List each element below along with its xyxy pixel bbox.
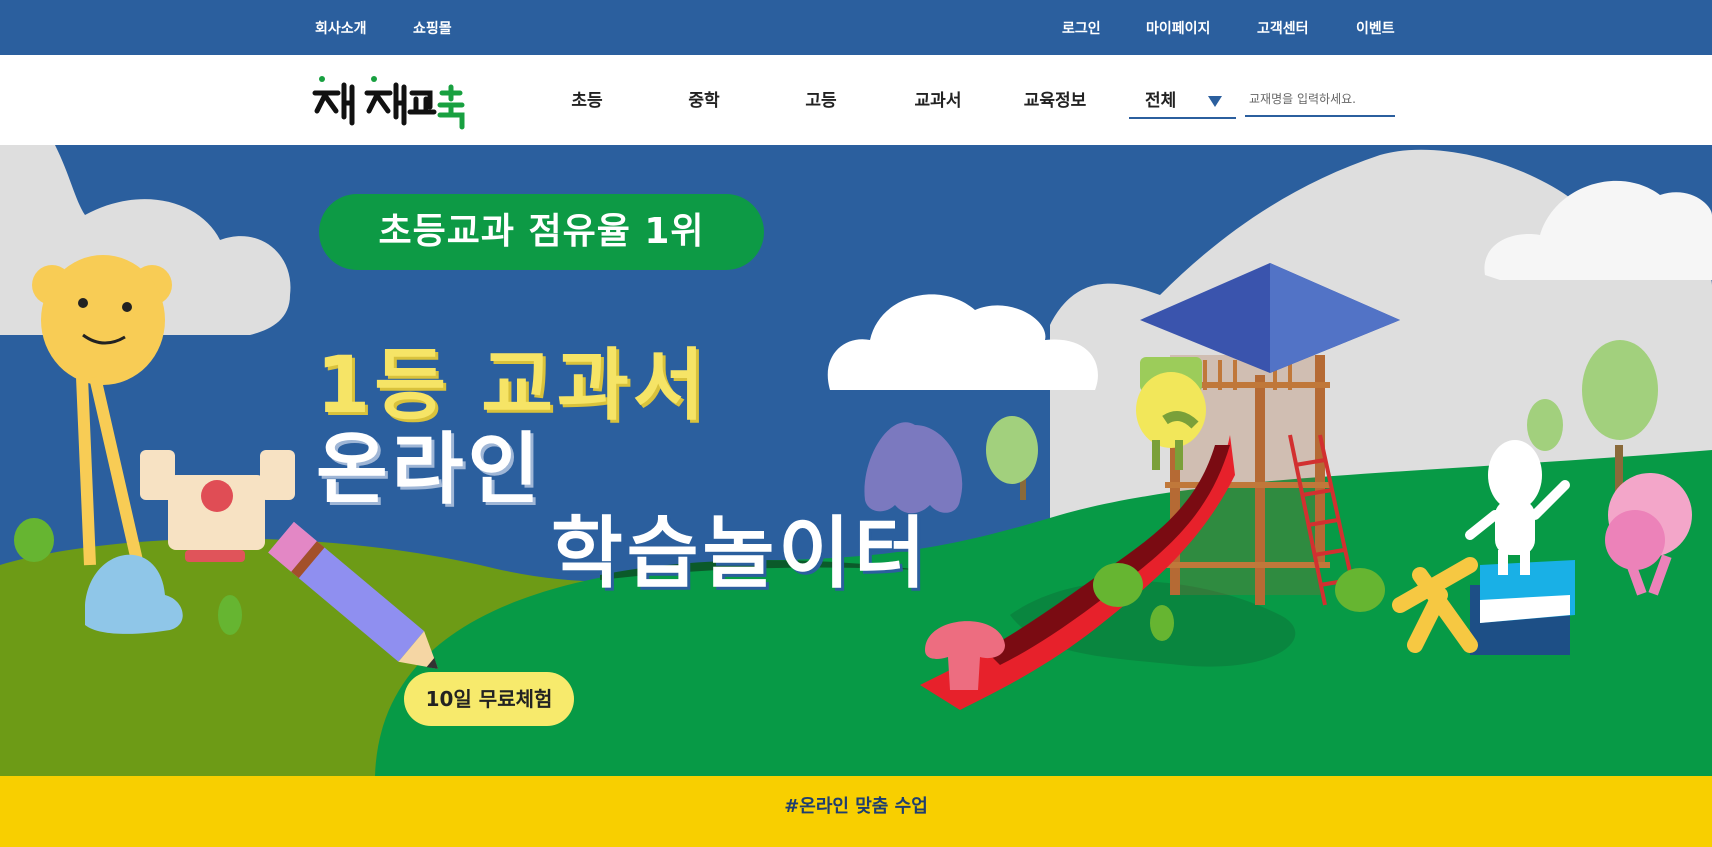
dropdown-arrow-icon [1208, 96, 1222, 107]
company-intro-link[interactable]: 회사소개 [315, 0, 367, 55]
market-share-badge: 초등교과 점유율 1위 [319, 194, 764, 270]
hero-illustration [0, 145, 1712, 776]
nav-high-school[interactable]: 고등 [805, 55, 836, 145]
bottom-banner-text: #온라인 맞춤 수업 [784, 796, 928, 817]
brand-logo[interactable] [312, 65, 472, 135]
bottom-banner: #온라인 맞춤 수업 [0, 776, 1712, 847]
shopping-mall-link[interactable]: 쇼핑몰 [413, 0, 452, 55]
mypage-link[interactable]: 마이페이지 [1146, 0, 1210, 55]
nav-elementary[interactable]: 초등 [571, 55, 602, 145]
free-trial-button[interactable]: 10일 무료체험 [404, 672, 574, 726]
hero-headline-3: 학습놀이터 [551, 509, 930, 599]
event-link[interactable]: 이벤트 [1356, 0, 1395, 55]
login-link[interactable]: 로그인 [1062, 0, 1101, 55]
customer-center-link[interactable]: 고객센터 [1257, 0, 1309, 55]
top-utility-bar: 회사소개 쇼핑몰 로그인 마이페이지 고객센터 이벤트 [0, 0, 1712, 55]
nav-textbook[interactable]: 교과서 [915, 55, 962, 145]
main-header: 초등 중학 고등 교과서 교육정보 전체 [0, 55, 1712, 145]
search-input[interactable] [1245, 83, 1395, 117]
nav-middle-school[interactable]: 중학 [688, 55, 719, 145]
category-select[interactable]: 전체 [1129, 83, 1236, 119]
hero-headline-2: 온라인 [316, 425, 544, 515]
hero-banner: 초등교과 점유율 1위 1등 교과서 온라인 학습놀이터 10일 무료체험 [0, 145, 1712, 776]
nav-education-info[interactable]: 교육정보 [1024, 55, 1087, 145]
category-select-value: 전체 [1145, 91, 1177, 111]
